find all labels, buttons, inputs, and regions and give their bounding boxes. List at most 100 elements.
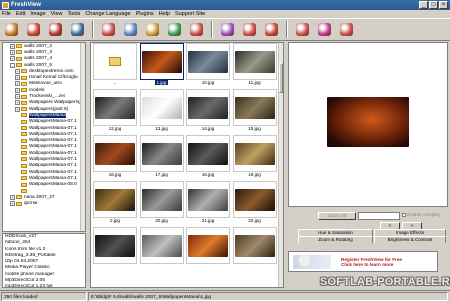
tree-item[interactable]: + фотки [3,200,85,207]
expand-toggle-icon[interactable]: + [15,81,20,87]
enable-autoplay-checkbox[interactable]: Enable Autoplay [402,212,446,220]
tree-item-label: WallpapersMania-07.1 [29,119,77,125]
image-thumbnail[interactable]: 2.jpg [93,181,137,225]
settings-button[interactable] [263,21,280,38]
ad-banner[interactable]: Register FreshView for Free Click here t… [288,251,438,272]
tree-item[interactable]: WallpapersMania-07.1 [3,144,85,150]
tree-item[interactable]: WallpapersMania-08.0 [3,182,85,188]
menu-tools[interactable]: Tools [67,11,80,17]
image-thumbnail[interactable]: 18.jpg [186,135,230,179]
convert-button[interactable] [241,21,258,38]
image-thumbnail[interactable] [93,227,137,271]
menu-change-language[interactable]: Change Language [85,11,130,17]
menu-image[interactable]: Image [30,11,45,17]
image-thumbnail[interactable]: 11.jpg [232,43,277,87]
file-list-item[interactable]: mp3DirectCut 1.23 full [3,284,85,287]
expand-toggle-icon[interactable]: + [15,75,20,81]
image-thumbnail[interactable]: 16.jpg [93,135,137,179]
menu-help[interactable]: Help [159,11,170,17]
image-thumbnail[interactable]: 13.jpg [139,89,184,133]
stop-button[interactable] [47,21,64,38]
menu-support-site[interactable]: Support Site [175,11,205,17]
tab-image-effects[interactable]: Image Effects [374,229,446,236]
check-button[interactable] [294,21,311,38]
info-button[interactable] [338,21,355,38]
expand-toggle-icon[interactable]: + [10,56,15,62]
preview-image[interactable] [327,97,409,147]
expand-toggle-icon[interactable]: - [10,62,15,68]
tab-brightness-contrast[interactable]: Brightness & Contrast [374,236,446,243]
tree-item-label: Ismail Kemal Ciftcioglu [29,75,78,81]
favorites-icon [318,23,331,36]
expand-toggle-icon[interactable]: + [10,49,15,55]
image-thumbnail[interactable]: 20.jpg [139,181,184,225]
image-thumbnail[interactable]: 15.jpg [232,89,277,133]
slideshow-button[interactable] [188,21,205,38]
image-thumbnail[interactable]: 14.jpg [186,89,230,133]
image-thumbnail[interactable]: 17.jpg [139,135,184,179]
menu-plugins[interactable]: Plugins [136,11,154,17]
image-thumbnail[interactable] [186,227,230,271]
image-thumbnail[interactable] [232,227,277,271]
scissors-icon [102,23,115,36]
image-thumbnail[interactable] [139,227,184,271]
expand-toggle-icon[interactable]: + [15,106,20,112]
folder-up-button[interactable] [3,21,20,38]
file-list[interactable]: HDDScan_v27 hdtune_254 Icons from file v1.… [2,233,86,288]
menu-edit[interactable]: Edit [16,11,25,17]
tree-item[interactable]: WallpapersMania-07.1 [3,119,85,125]
thumbnail-caption: 18.jpg [186,172,230,178]
expand-toggle-icon[interactable]: + [10,201,15,207]
refresh-button[interactable] [25,21,42,38]
scissors-button[interactable] [100,21,117,38]
zoom-input[interactable] [358,212,400,220]
tree-item[interactable]: + Ismail Kemal Ciftcioglu [3,74,85,81]
expand-toggle-icon[interactable]: + [10,194,15,200]
menu-file[interactable]: File [2,11,11,17]
tab-hue-saturation[interactable]: Hue & Saturation [298,229,373,236]
image-thumbnail[interactable]: 1.jpg [139,43,184,87]
thumbnail-grid[interactable]: .. 1.jpg 10.jpg 11.jpg 12.jpg 13.jpg 14.jpg 15.… [90,42,284,288]
close-button[interactable]: × [439,1,448,9]
image-thumbnail[interactable]: 21.jpg [186,181,230,225]
folder-icon [16,195,22,200]
home-button[interactable] [69,21,86,38]
tree-scrollbar[interactable] [80,43,85,231]
print-button[interactable] [219,21,236,38]
expand-toggle-icon[interactable]: + [10,43,15,49]
tree-item[interactable]: + desktopextreme.com [3,68,85,74]
tree-item[interactable]: WallpapersMania-07.1 [3,137,85,143]
zoom-all-button[interactable]: Zoom all [318,212,356,220]
copy-button[interactable] [122,21,139,38]
rotate-button[interactable] [166,21,183,38]
tree-item[interactable]: WallpapersMania-07.1 [3,169,85,175]
tree-item[interactable]: WallpapersMania-07.1 [3,125,85,131]
tree-item[interactable]: WallpapersMania-07.1 [3,156,85,162]
expand-toggle-icon[interactable]: + [15,100,20,106]
tree-item[interactable]: WallpapersMania-07.1 [3,150,85,156]
tree-item[interactable]: WallpapersMania-07.1 [3,175,85,181]
expand-toggle-icon[interactable]: + [15,68,20,74]
stop-icon [49,23,62,36]
image-thumbnail[interactable]: 10.jpg [186,43,230,87]
grid-scroll-thumb[interactable] [279,63,283,93]
image-thumbnail[interactable]: 22.jpg [232,181,277,225]
menu-view[interactable]: View [51,11,63,17]
paste-button[interactable] [144,21,161,38]
expand-toggle-icon[interactable]: + [15,94,20,100]
expand-toggle-icon[interactable]: + [15,87,20,93]
status-bar: 350 files loaded E:\Bildg\F 5.6\walls\wa… [0,290,450,302]
image-thumbnail[interactable]: 12.jpg [93,89,137,133]
tab-zoom-rotating[interactable]: Zoom & Rotating [298,236,373,243]
maximize-button[interactable]: □ [429,1,438,9]
minimize-button[interactable]: _ [419,1,428,9]
tree-item[interactable]: + Wallpapers Wallpapers(part1) [3,100,85,106]
grid-scrollbar[interactable] [278,43,283,287]
favorites-button[interactable] [316,21,333,38]
parent-folder-thumbnail[interactable]: .. [93,43,137,87]
folder-tree[interactable]: + walls 2007_2 + walls 2007_3 + walls 2007_4 -… [2,42,86,232]
image-thumbnail[interactable]: 19.jpg [232,135,277,179]
paste-icon [146,23,159,36]
tree-item[interactable]: WallpapersMania-07.1 [3,131,85,137]
tree-item[interactable]: WallpapersMania-07.1 [3,163,85,169]
